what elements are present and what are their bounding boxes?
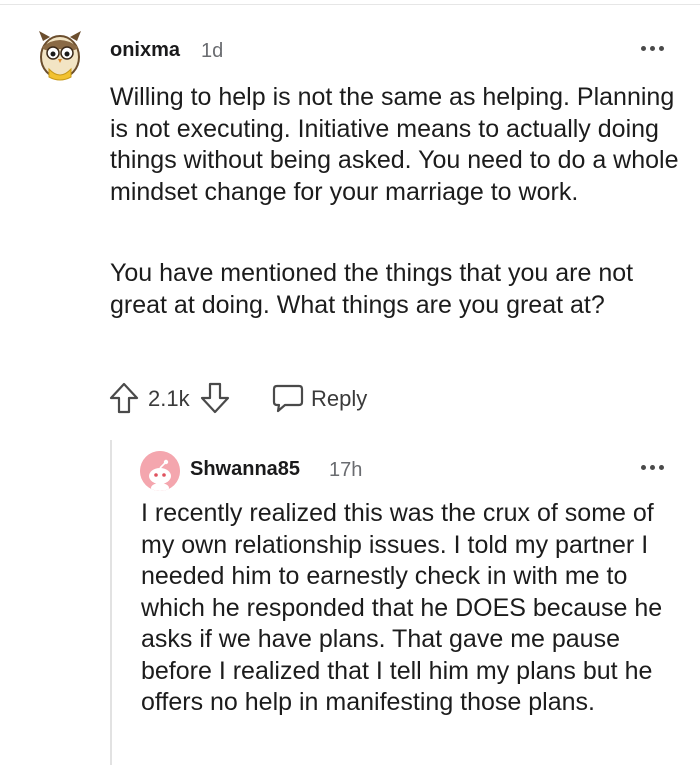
downvote-arrow-icon[interactable] — [199, 381, 231, 415]
comment-actions: 2.1k Reply — [108, 378, 408, 418]
snoo-avatar-icon[interactable] — [140, 451, 180, 491]
comment-author[interactable]: onixma — [110, 39, 180, 62]
comment-paragraph-1: Willing to help is not the same as helpi… — [110, 83, 679, 206]
reply-body: I recently realized this was the crux of… — [141, 499, 663, 716]
comment-paragraph-2: You have mentioned the things that you a… — [110, 259, 634, 319]
reply-label: Reply — [311, 386, 368, 411]
overflow-menu-icon[interactable] — [640, 459, 666, 473]
overflow-menu-icon[interactable] — [640, 40, 666, 54]
comment-bubble-icon — [272, 384, 304, 413]
owl-avatar-icon[interactable] — [36, 27, 84, 83]
upvote-arrow-icon[interactable] — [108, 381, 140, 415]
snoo-avatar-graphic — [140, 451, 180, 491]
reply-button[interactable]: Reply — [271, 380, 381, 416]
thread-line[interactable] — [110, 440, 112, 765]
comment-thread: onixma 1d Willing to help is not the sam… — [0, 0, 700, 765]
reply-timestamp: 17h — [329, 459, 363, 481]
reply-author[interactable]: Shwanna85 — [190, 458, 300, 481]
vote-score: 2.1k — [148, 386, 190, 411]
comment-timestamp: 1d — [201, 40, 224, 62]
